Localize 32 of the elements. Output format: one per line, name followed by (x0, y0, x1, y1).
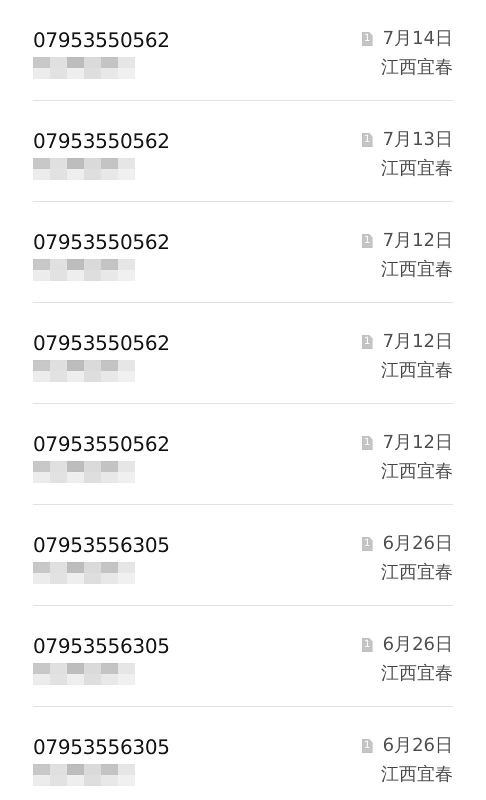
phone-number: 07953556305 (33, 633, 170, 659)
call-date: 7月13日 (382, 128, 453, 152)
call-date: 6月26日 (382, 633, 453, 657)
sim-badge: 1 (362, 537, 373, 551)
sim-badge: 1 (362, 234, 373, 248)
sim-badge: 1 (362, 133, 373, 147)
call-date: 6月26日 (382, 734, 453, 758)
call-location: 江西宜春 (381, 258, 453, 282)
phone-number: 07953550562 (33, 128, 170, 154)
call-date: 7月12日 (382, 229, 453, 253)
sim-badge: 1 (362, 436, 373, 450)
sim-badge: 1 (362, 335, 373, 349)
phone-number: 07953556305 (33, 532, 170, 558)
sim-badge: 1 (362, 638, 373, 652)
phone-number: 07953550562 (33, 229, 170, 255)
call-location: 江西宜春 (381, 56, 453, 80)
call-date: 6月26日 (382, 532, 453, 556)
call-location: 江西宜春 (381, 763, 453, 787)
phone-number: 07953550562 (33, 431, 170, 457)
sim-badge: 1 (362, 739, 373, 753)
call-location: 江西宜春 (381, 561, 453, 585)
call-date: 7月14日 (382, 27, 453, 51)
call-location: 江西宜春 (381, 662, 453, 686)
call-location: 江西宜春 (381, 460, 453, 484)
phone-number: 07953550562 (33, 330, 170, 356)
phone-number: 07953556305 (33, 734, 170, 760)
call-date: 7月12日 (382, 431, 453, 455)
call-date: 7月12日 (382, 330, 453, 354)
call-location: 江西宜春 (381, 157, 453, 181)
phone-number: 07953550562 (33, 27, 170, 53)
sim-badge: 1 (362, 32, 373, 46)
call-location: 江西宜春 (381, 359, 453, 383)
